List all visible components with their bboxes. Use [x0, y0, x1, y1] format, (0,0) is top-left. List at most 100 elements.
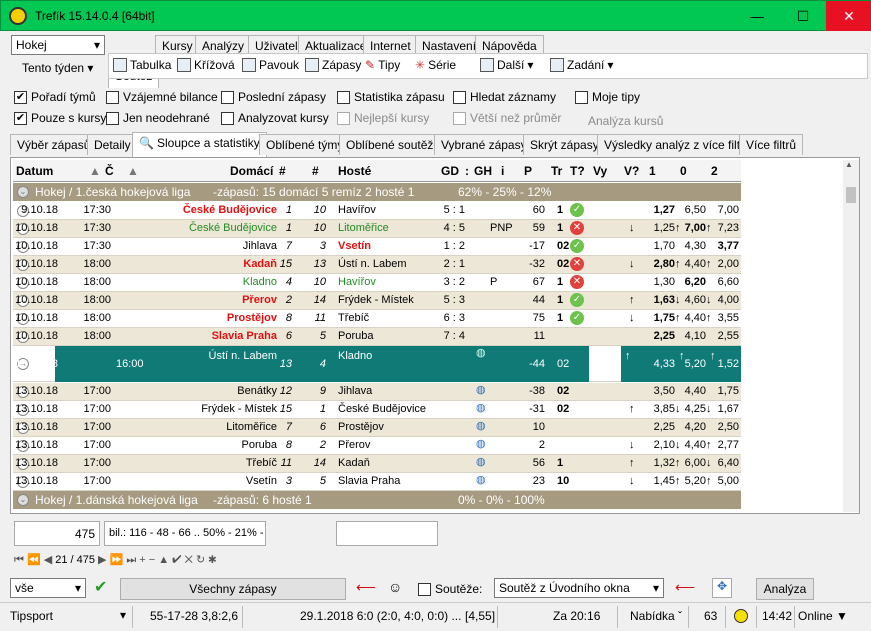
group-pct: 62% - 25% - 12% [458, 185, 552, 199]
checkbox-statistika-zapasu[interactable]: Statistika zápasu [337, 90, 445, 104]
subtab-oblibene-souteze[interactable]: Oblíbené soutěže [339, 134, 448, 155]
subtab-vice-filtru[interactable]: Více filtrů [739, 134, 804, 155]
sport-select[interactable]: Hokej ▾ [11, 35, 105, 55]
table-row[interactable]: → 10.10.18 18:00 Přerov 2 14 Frýdek - Místek 5 … [13, 292, 741, 310]
collapse-icon[interactable]: ⌄ [17, 186, 29, 198]
subtab-vysledky-analyz[interactable]: Výsledky analýz z více filtrů [597, 134, 758, 155]
zapasy-button[interactable]: Zápasy [305, 58, 361, 72]
chevron-down-icon: ▾ [652, 581, 659, 595]
minimize-button[interactable]: — [734, 1, 780, 31]
checkbox-vetsi-nez-prumer[interactable]: Větší než průměr [453, 111, 561, 125]
subtab-skryt-zapasy[interactable]: Skrýt zápasy [523, 134, 606, 155]
col-o0[interactable]: 0 [680, 164, 687, 178]
row-away-rank: 2 [319, 439, 326, 451]
checkbox-posledni-zapasy[interactable]: Poslední zápasy [221, 90, 326, 104]
table-row[interactable]: → 10.10.18 17:30 České Budějovice 1 10 Litoměř… [13, 220, 741, 238]
krizova-button[interactable]: Křížová [177, 58, 235, 72]
row-home: České Budějovice [182, 204, 277, 216]
table-row[interactable]: → 10.10.18 18:00 Kladno 4 10 Havířov 3 : 2 P 67 1 ✕… [13, 274, 741, 292]
checkbox-jen-neodehrane[interactable]: Jen neodehrané [106, 111, 210, 125]
row-move2: ↑ [706, 222, 712, 234]
subtab-sloupce[interactable]: 🔍 Sloupce a statistiky [132, 132, 267, 157]
subtab-vybrane-zapasy[interactable]: Vybrané zápasy [434, 134, 534, 155]
record-navigator[interactable]: ⏮ ⏪ ◀ 21 / 475 ▶ ⏩ ⏭ + − ▲ ✔ ✕ ↻ ✱ [14, 553, 216, 567]
checkbox-analyzovat-kursy[interactable]: Analyzovat kursy [221, 111, 329, 125]
person-icon[interactable]: ☺ [388, 579, 402, 595]
target-icon[interactable]: ✥ [712, 578, 732, 598]
col-hash2[interactable]: # [312, 164, 319, 178]
group-row[interactable]: ⌄ Hokej / 1.česká hokejová liga -zápasů: 1… [13, 183, 741, 201]
row-away: Litoměřice [338, 222, 389, 234]
scroll-up-icon[interactable]: ▲ [845, 160, 853, 169]
group-row[interactable]: ⌄ Hokej / 1.dánská hokejová liga -zápasů: … [13, 491, 741, 509]
col-gh[interactable]: GH [474, 164, 492, 178]
checkbox-pouze-s-kursy[interactable]: ✔ Pouze s kursy [14, 111, 106, 125]
selected-row[interactable]: → 13.10.18 16:00 Ústí n. Labem 13 4 Kladno -44 0… [13, 346, 741, 382]
bookmaker-select[interactable]: Tipsport [10, 609, 53, 623]
row-tr: 1 [557, 222, 564, 234]
checkbox-souteze[interactable]: Soutěže: [418, 582, 482, 596]
filter-select[interactable]: vše ▾ [10, 578, 86, 598]
table-row[interactable]: → 10.10.18 17:30 Jihlava 7 3 Vsetín 1 : 2 -17 02 ✓… [13, 238, 741, 256]
grid-scrollbar[interactable]: ▲ [843, 160, 859, 512]
row-odd1: 1,45 [653, 475, 675, 487]
row-odd0: 4,60 [684, 294, 706, 306]
tipy-button[interactable]: ✎ Tipy [365, 58, 400, 72]
table-row[interactable]: → 10.10.18 18:00 Prostějov 8 11 Třebíč 6 : 3 75 1… [13, 310, 741, 328]
matches-grid[interactable]: Datum ▲ Č ▲ Domácí # # Hosté GD : GH i P… [10, 157, 860, 514]
col-domaci[interactable]: Domácí [230, 164, 273, 178]
col-datum[interactable]: Datum [16, 164, 53, 178]
analyza-button[interactable]: Analýza [756, 578, 814, 600]
collapse-icon[interactable]: ⌄ [17, 494, 29, 506]
row-away: Jihlava [338, 385, 373, 397]
checkbox-moje-tipy[interactable]: Moje tipy [575, 90, 640, 104]
col-hash1[interactable]: # [279, 164, 286, 178]
col-p[interactable]: P [524, 164, 532, 178]
col-tq[interactable]: T? [570, 164, 585, 178]
week-button[interactable]: Tento týden ▾ [22, 61, 93, 75]
col-o1[interactable]: 1 [649, 164, 656, 178]
zadani-button[interactable]: Zadání ▾ [550, 58, 613, 72]
col-i[interactable]: i [501, 164, 504, 178]
col-vq[interactable]: V? [624, 164, 639, 178]
nabidka-button[interactable]: Nabídka ˇ [630, 609, 682, 623]
confirm-check-icon[interactable]: ✔ [94, 577, 107, 597]
table-row[interactable]: → 13.10.18 17:00 Frýdek - Místek 15 1 České Bu… [13, 401, 741, 419]
table-row[interactable]: → 13.10.18 17:00 Vsetín 3 5 Slavia Praha ◍ 23 10 ↓… [13, 473, 741, 491]
pavouk-button[interactable]: Pavouk [242, 58, 299, 72]
scroll-thumb[interactable] [846, 187, 856, 203]
table-row[interactable]: → 13.10.18 17:00 Litoměřice 7 6 Prostějov ◍ 10 2,… [13, 419, 741, 437]
close-button[interactable]: ✕ [826, 1, 871, 31]
online-select[interactable]: Online ▼ [798, 609, 848, 623]
col-colon[interactable]: : [465, 164, 469, 178]
checkbox-hledat-zaznamy[interactable]: Hledat záznamy [453, 90, 556, 104]
row-time: 17:30 [83, 204, 111, 216]
col-gd[interactable]: GD [441, 164, 459, 178]
table-row[interactable]: → 13.10.18 17:00 Třebíč 11 14 Kadaň ◍ 56 1 ↑ 1,32 ↑ 6… [13, 455, 741, 473]
soutez-select[interactable]: Soutěž z Úvodního okna ▾ [494, 578, 664, 598]
serie-button[interactable]: ✳ Série [415, 58, 456, 72]
maximize-button[interactable]: ☐ [780, 1, 826, 31]
extra-field[interactable] [336, 521, 438, 546]
row-away-rank: 9 [319, 385, 326, 397]
col-cislo[interactable]: Č [105, 164, 114, 178]
table-row[interactable]: → 13.10.18 17:00 Benátky 12 9 Jihlava ◍ -38 02 3,5… [13, 383, 741, 401]
tabulka-button[interactable]: Tabulka [113, 58, 171, 72]
subtab-vyber-zapasu[interactable]: Výběr zápasů [10, 134, 98, 155]
dalsi-button[interactable]: Další ▾ [480, 58, 533, 72]
col-vy[interactable]: Vy [593, 164, 607, 178]
table-row[interactable]: → 13.10.18 17:00 Poruba 8 2 Přerov ◍ 2 ↓ 2,10 ↓ 4,40… [13, 437, 741, 455]
checkbox-vzajemne-bilance[interactable]: Vzájemné bilance [106, 90, 218, 104]
row-p: 59 [532, 222, 545, 234]
col-hoste[interactable]: Hosté [338, 164, 371, 178]
subtab-oblibene-tymy[interactable]: Oblíbené týmy [259, 134, 351, 155]
col-o2[interactable]: 2 [711, 164, 718, 178]
table-row[interactable]: → 9.10.18 17:30 České Budějovice 1 10 Havířov 5… [13, 202, 741, 220]
checkbox-poradi-tymu[interactable]: ✔ Pořadí týmů [14, 90, 96, 104]
table-row[interactable]: → 10.10.18 18:00 Kadaň 15 13 Ústí n. Labem 2 : … [13, 256, 741, 274]
checkbox-nejlepsi-kursy[interactable]: Nejlepší kursy [337, 111, 429, 125]
col-tr[interactable]: Tr [551, 164, 562, 178]
subtab-detaily[interactable]: Detaily [87, 134, 138, 155]
all-matches-button[interactable]: Všechny zápasy [120, 578, 346, 600]
table-row[interactable]: → 10.10.18 18:00 Slavia Praha 6 5 Poruba 7 : 41… [13, 328, 741, 346]
